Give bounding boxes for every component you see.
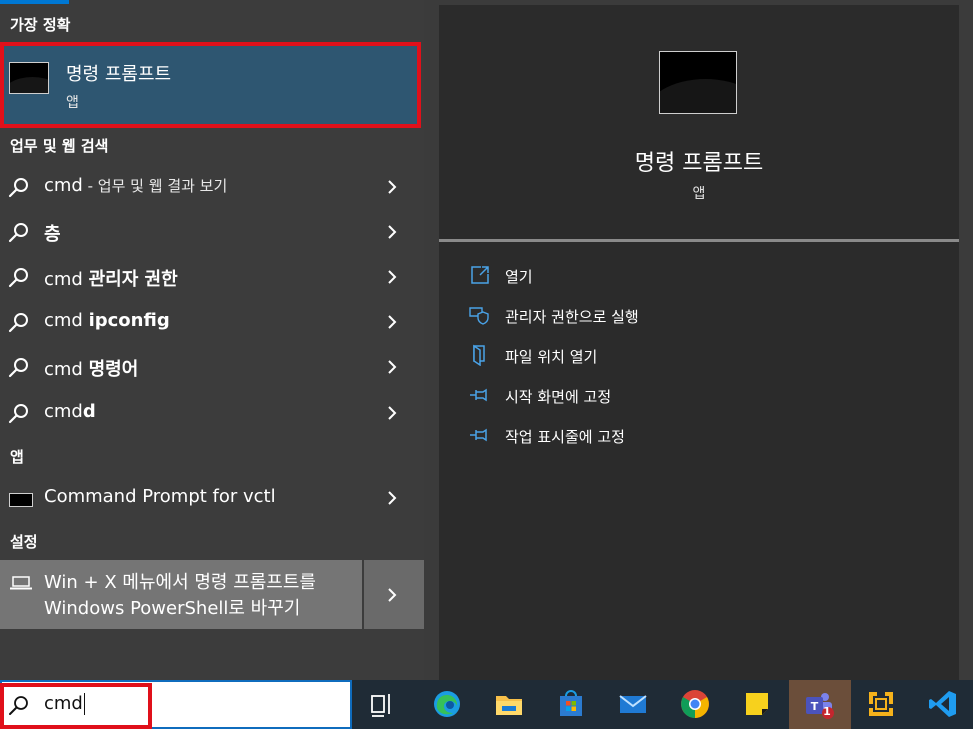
search-result-label: cmd 명령어 bbox=[44, 359, 139, 380]
best-match-subtitle: 앱 bbox=[66, 95, 79, 111]
chevron-right-icon[interactable] bbox=[383, 223, 401, 241]
section-header-best-match: 가장 정확 bbox=[10, 16, 71, 34]
laptop-icon bbox=[10, 576, 32, 590]
search-result-label: cmd ipconfig bbox=[44, 310, 170, 331]
taskbar-vscode[interactable] bbox=[913, 680, 973, 729]
chrome-icon bbox=[681, 690, 709, 718]
search-result-label: cmd 관리자 권한 bbox=[44, 269, 178, 290]
search-icon bbox=[8, 178, 28, 198]
file-location-icon bbox=[473, 344, 485, 366]
sticky-notes-icon bbox=[746, 693, 768, 715]
settings-expand-button[interactable] bbox=[364, 560, 424, 629]
search-result-item[interactable]: cmd 명령어 bbox=[0, 345, 424, 389]
taskbar-edge[interactable] bbox=[417, 680, 479, 729]
search-icon bbox=[8, 358, 28, 378]
taskbar-file-explorer[interactable] bbox=[479, 680, 541, 729]
section-header-settings: 설정 bbox=[10, 533, 38, 551]
detail-panel: 명령 프롬프트 앱 열기 관리자 권한으로 실행 파일 위치 열기 시작 화면에… bbox=[439, 5, 959, 680]
search-result-label: cmd - 업무 및 웹 결과 보기 bbox=[44, 175, 228, 196]
action-label: 시작 화면에 고정 bbox=[505, 388, 612, 406]
store-icon bbox=[560, 690, 582, 716]
chevron-right-icon[interactable] bbox=[383, 313, 401, 331]
notification-badge: 1 bbox=[823, 705, 831, 718]
mail-icon bbox=[619, 695, 647, 713]
shield-icon bbox=[469, 307, 489, 325]
search-icon bbox=[8, 268, 28, 288]
search-icon bbox=[8, 223, 28, 243]
search-result-item[interactable]: cmd - 업무 및 웹 결과 보기 bbox=[0, 165, 424, 209]
taskbar-sticky-notes[interactable] bbox=[727, 680, 789, 729]
search-result-item[interactable]: cmdd bbox=[0, 391, 424, 435]
chevron-right-icon[interactable] bbox=[383, 404, 401, 422]
search-result-item[interactable]: cmd 관리자 권한 bbox=[0, 255, 424, 299]
pin-icon bbox=[470, 388, 487, 402]
taskbar-vmware[interactable] bbox=[851, 680, 913, 729]
settings-result-item[interactable]: Win + X 메뉴에서 명령 프롬프트를 Windows PowerShell… bbox=[0, 560, 424, 629]
search-result-label: 층 bbox=[44, 224, 61, 245]
best-match-title: 명령 프롬프트 bbox=[66, 64, 172, 85]
task-view-icon bbox=[371, 694, 390, 717]
search-icon bbox=[8, 404, 28, 424]
action-label: 작업 표시줄에 고정 bbox=[505, 428, 625, 446]
chevron-right-icon[interactable] bbox=[383, 489, 401, 507]
search-results-panel: 가장 정확 명령 프롬프트 앱 업무 및 웹 검색 cmd - 업무 및 웹 결… bbox=[0, 0, 424, 680]
taskbar-chrome[interactable] bbox=[665, 680, 727, 729]
app-result-item[interactable]: Command Prompt for vctl bbox=[0, 476, 424, 520]
action-label: 파일 위치 열기 bbox=[505, 348, 598, 366]
search-result-item[interactable]: 층 bbox=[0, 210, 424, 254]
settings-result-label: Win + X 메뉴에서 명령 프롬프트를 Windows PowerShell… bbox=[44, 572, 316, 619]
detail-divider bbox=[439, 239, 959, 242]
settings-result-main[interactable]: Win + X 메뉴에서 명령 프롬프트를 Windows PowerShell… bbox=[0, 560, 362, 629]
app-result-label: Command Prompt for vctl bbox=[44, 486, 276, 507]
vmware-icon bbox=[869, 692, 893, 716]
command-prompt-large-icon bbox=[659, 51, 737, 114]
taskbar-teams[interactable]: T 1 bbox=[789, 680, 851, 729]
pin-icon bbox=[470, 428, 487, 442]
chevron-right-icon bbox=[388, 588, 397, 602]
taskbar-mail[interactable] bbox=[603, 680, 665, 729]
action-label: 관리자 권한으로 실행 bbox=[505, 308, 639, 326]
section-header-apps: 앱 bbox=[10, 448, 24, 466]
search-result-label: cmdd bbox=[44, 401, 96, 422]
taskbar-task-view[interactable] bbox=[352, 680, 414, 729]
search-input[interactable]: cmd bbox=[44, 693, 85, 715]
detail-subtitle: 앱 bbox=[692, 186, 706, 202]
chevron-right-icon[interactable] bbox=[383, 178, 401, 196]
svg-text:T: T bbox=[811, 700, 819, 713]
section-header-web-search: 업무 및 웹 검색 bbox=[10, 137, 109, 155]
file-explorer-icon bbox=[496, 696, 522, 715]
search-icon bbox=[9, 696, 28, 715]
vscode-icon bbox=[929, 691, 956, 717]
detail-title: 명령 프롬프트 bbox=[634, 151, 764, 176]
search-result-item[interactable]: cmd ipconfig bbox=[0, 300, 424, 344]
search-icon bbox=[8, 313, 28, 333]
command-prompt-icon bbox=[9, 62, 49, 94]
open-icon bbox=[471, 266, 489, 284]
accent-bar bbox=[0, 0, 69, 4]
best-match-item[interactable]: 명령 프롬프트 앱 bbox=[0, 42, 421, 128]
edge-icon bbox=[434, 691, 460, 717]
chevron-right-icon[interactable] bbox=[383, 268, 401, 286]
action-label: 열기 bbox=[505, 268, 533, 286]
taskbar-store[interactable] bbox=[541, 680, 603, 729]
command-prompt-icon bbox=[9, 493, 33, 507]
chevron-right-icon[interactable] bbox=[383, 358, 401, 376]
